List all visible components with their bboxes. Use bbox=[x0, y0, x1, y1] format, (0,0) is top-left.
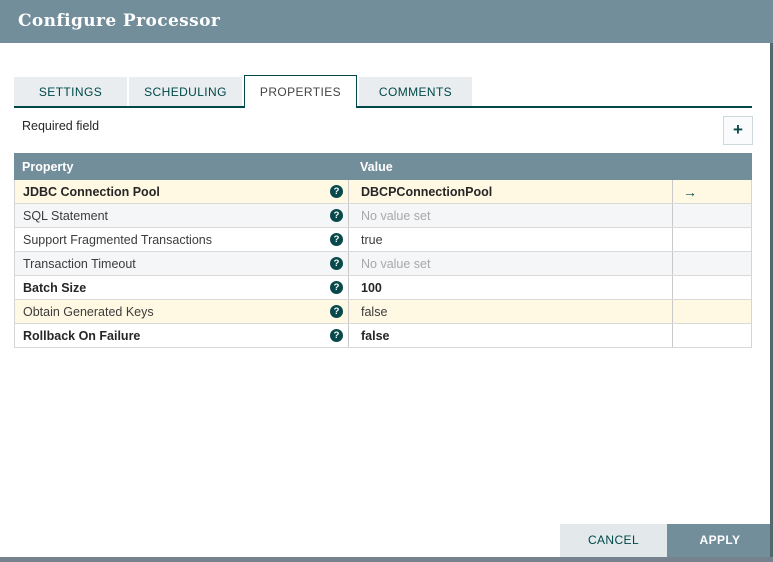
property-name-cell: Support Fragmented Transactions ? bbox=[15, 228, 348, 251]
window-bottom-edge bbox=[0, 557, 773, 562]
table-row[interactable]: Transaction Timeout ? No value set bbox=[15, 252, 751, 276]
table-body: JDBC Connection Pool ? DBCPConnectionPoo… bbox=[14, 180, 752, 348]
property-value: DBCPConnectionPool bbox=[361, 184, 493, 199]
tab-comments[interactable]: COMMENTS bbox=[359, 77, 472, 106]
dialog-header: Configure Processor bbox=[0, 0, 773, 43]
row-actions-cell bbox=[672, 228, 751, 251]
tab-properties[interactable]: PROPERTIES bbox=[244, 75, 357, 108]
table-header-row: Property Value bbox=[14, 153, 752, 180]
tab-settings[interactable]: SETTINGS bbox=[14, 77, 127, 106]
property-name: Transaction Timeout bbox=[23, 256, 136, 271]
property-value-cell[interactable]: false bbox=[348, 300, 672, 323]
dialog-title: Configure Processor bbox=[18, 11, 221, 31]
add-property-button[interactable]: + bbox=[723, 116, 753, 145]
property-name: Rollback On Failure bbox=[23, 328, 141, 343]
property-value: false bbox=[361, 304, 388, 319]
property-name-cell: JDBC Connection Pool ? bbox=[15, 180, 348, 203]
table-row[interactable]: Obtain Generated Keys ? false bbox=[15, 300, 751, 324]
property-name: Batch Size bbox=[23, 280, 87, 295]
property-value: true bbox=[361, 232, 383, 247]
configure-processor-dialog: Configure Processor SETTINGS SCHEDULING … bbox=[0, 0, 773, 562]
required-field-label: Required field bbox=[22, 119, 100, 133]
column-header-value: Value bbox=[360, 159, 393, 174]
property-value: 100 bbox=[361, 280, 382, 295]
property-name: Support Fragmented Transactions bbox=[23, 232, 212, 247]
property-name-cell: Rollback On Failure ? bbox=[15, 324, 348, 347]
property-value: No value set bbox=[361, 256, 431, 271]
property-value-cell[interactable]: 100 bbox=[348, 276, 672, 299]
table-row[interactable]: Rollback On Failure ? false bbox=[15, 324, 751, 348]
property-value-cell[interactable]: DBCPConnectionPool bbox=[348, 180, 672, 203]
property-name-cell: SQL Statement ? bbox=[15, 204, 348, 227]
column-header-property: Property bbox=[22, 159, 74, 174]
tab-scheduling[interactable]: SCHEDULING bbox=[129, 77, 242, 106]
property-name-cell: Obtain Generated Keys ? bbox=[15, 300, 348, 323]
help-icon[interactable]: ? bbox=[330, 257, 343, 270]
property-name-cell: Batch Size ? bbox=[15, 276, 348, 299]
cancel-button[interactable]: CANCEL bbox=[560, 524, 667, 557]
property-value-cell[interactable]: No value set bbox=[348, 204, 672, 227]
table-row[interactable]: Batch Size ? 100 bbox=[15, 276, 751, 300]
property-value: false bbox=[361, 328, 390, 343]
table-row[interactable]: JDBC Connection Pool ? DBCPConnectionPoo… bbox=[15, 180, 751, 204]
table-row[interactable]: Support Fragmented Transactions ? true bbox=[15, 228, 751, 252]
tab-bar: SETTINGS SCHEDULING PROPERTIES COMMENTS bbox=[14, 75, 752, 108]
help-icon[interactable]: ? bbox=[330, 329, 343, 342]
row-actions-cell bbox=[672, 276, 751, 299]
row-actions-cell bbox=[672, 252, 751, 275]
plus-icon: + bbox=[733, 120, 743, 139]
property-value: No value set bbox=[361, 208, 431, 223]
property-name: JDBC Connection Pool bbox=[23, 184, 160, 199]
help-icon[interactable]: ? bbox=[330, 305, 343, 318]
row-actions-cell bbox=[672, 324, 751, 347]
table-row[interactable]: SQL Statement ? No value set bbox=[15, 204, 751, 228]
property-name: SQL Statement bbox=[23, 208, 108, 223]
properties-table: Property Value JDBC Connection Pool ? DB… bbox=[14, 153, 752, 348]
help-icon[interactable]: ? bbox=[330, 185, 343, 198]
apply-button[interactable]: APPLY bbox=[667, 524, 773, 557]
help-icon[interactable]: ? bbox=[330, 233, 343, 246]
property-name: Obtain Generated Keys bbox=[23, 304, 154, 319]
help-icon[interactable]: ? bbox=[330, 281, 343, 294]
goto-service-icon[interactable]: → bbox=[683, 185, 697, 199]
property-value-cell[interactable]: No value set bbox=[348, 252, 672, 275]
row-actions-cell: → bbox=[672, 180, 751, 203]
row-actions-cell bbox=[672, 204, 751, 227]
property-value-cell[interactable]: false bbox=[348, 324, 672, 347]
property-value-cell[interactable]: true bbox=[348, 228, 672, 251]
row-actions-cell bbox=[672, 300, 751, 323]
property-name-cell: Transaction Timeout ? bbox=[15, 252, 348, 275]
help-icon[interactable]: ? bbox=[330, 209, 343, 222]
